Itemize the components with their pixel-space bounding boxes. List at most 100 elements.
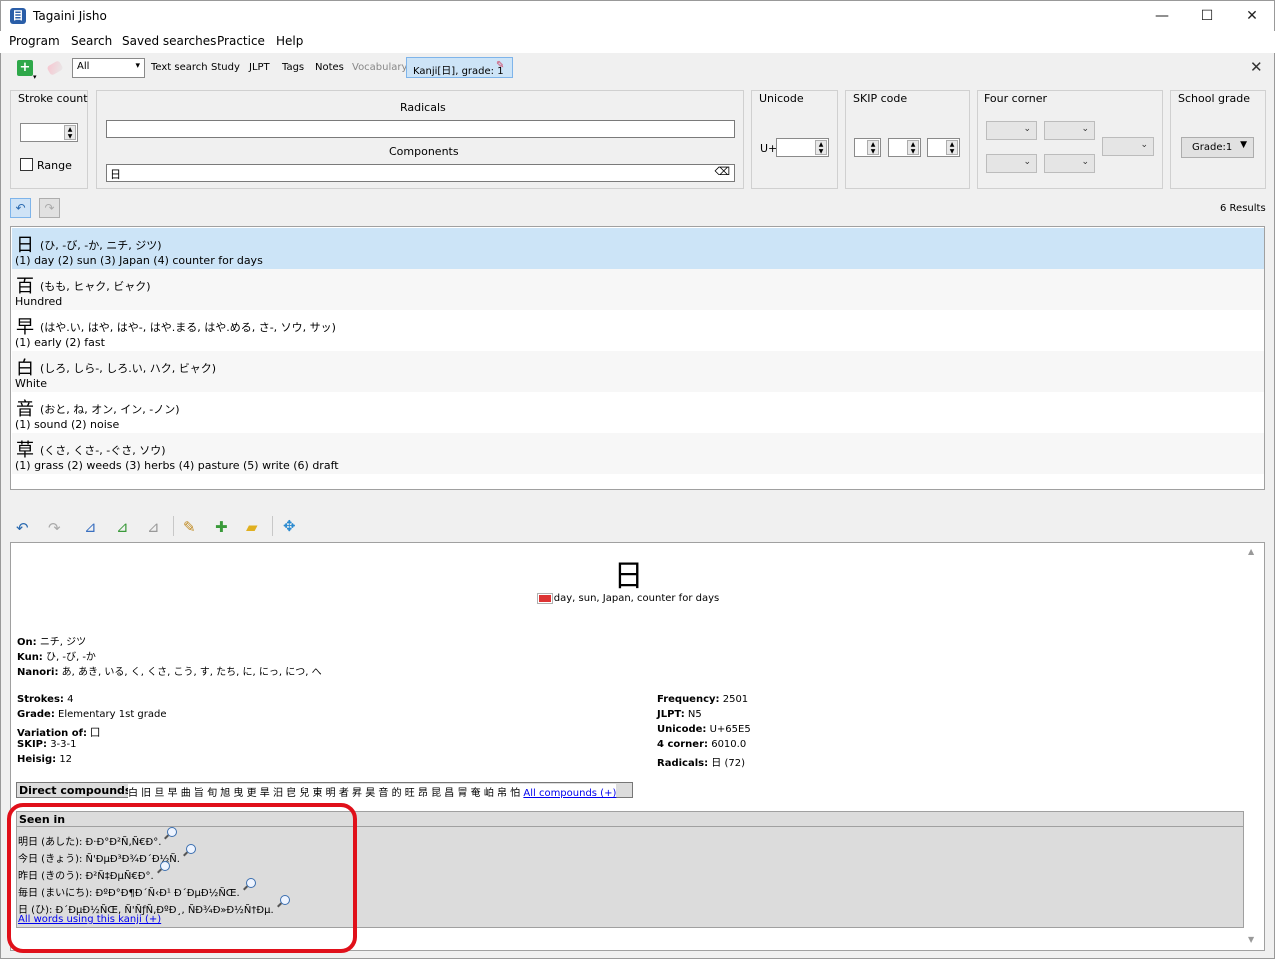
heisig-line: Heisig: 12 [17,754,73,765]
meanings-text: day, sun, Japan, counter for days [553,593,720,604]
spin-arrows-icon[interactable]: ▲ ▼ [867,140,879,155]
spin-arrows-icon[interactable]: ▲ ▼ [815,140,827,155]
strokes-line: Strokes: 4 [17,694,74,705]
radicals-input[interactable] [106,120,735,138]
unicode-label: Unicode [759,92,804,105]
radicals-line: Radicals: 日 (72) [657,758,745,769]
skip-spinner-2[interactable]: ▲ ▼ [888,138,921,157]
spin-arrows-icon[interactable]: ▲ ▼ [946,140,958,155]
list-item[interactable]: 日 (ひ, -び, -か, ニチ, ジツ) (1) day (2) sun (3… [12,228,1264,269]
menu-practice[interactable]: Practice [217,34,265,48]
list-item[interactable]: 音 (おと, ね, オン, イン, -ノン) (1) sound (2) noi… [12,392,1264,433]
nanori-line: Nanori: あ, あき, いる, く, くさ, こう, す, たち, に, … [17,667,322,678]
maximize-button[interactable]: ☐ [1184,1,1230,31]
components-value: 日 [110,168,121,181]
notes-icon[interactable]: ▰ [246,518,258,536]
kanji-meaning: (1) day (2) sun (3) Japan (4) counter fo… [15,254,263,267]
chevron-down-icon: ⌄ [1023,124,1031,134]
school-grade-value: Grade:1 [1192,142,1233,153]
mark-known-icon[interactable]: ⊿ [116,518,129,536]
stroke-count-spinner[interactable]: ▲ ▼ [20,123,78,142]
spin-arrows-icon[interactable]: ▲ ▼ [907,140,919,155]
tab-text-search[interactable]: Text search [151,62,208,73]
reset-training-icon[interactable]: ⊿ [147,518,160,536]
kanji-meaning: (1) grass (2) weeds (3) herbs (4) pastur… [15,459,339,472]
jlpt-line: JLPT: N5 [657,709,702,720]
add-dropdown-icon[interactable]: ▾ [33,73,37,81]
close-window-button[interactable]: ✕ [1229,1,1275,31]
tags-icon[interactable]: ✎ [183,518,196,536]
list-item[interactable]: 草 (くさ, くさ-, -ぐさ, ソウ) (1) grass (2) weeds… [12,433,1264,474]
flag-icon [536,592,553,604]
detail-forward-icon[interactable]: ↷ [48,519,61,537]
tab-tags[interactable]: Tags [282,62,304,73]
scroll-down-icon[interactable]: ▼ [1248,935,1254,944]
move-icon[interactable]: ✥ [283,517,296,535]
tab-jlpt[interactable]: JLPT [249,62,270,73]
menu-program[interactable]: Program [9,34,60,48]
menu-saved-searches[interactable]: Saved searches [122,34,216,48]
frequency-line: Frequency: 2501 [657,694,749,705]
skip-label: SKIP code [853,92,908,105]
list-item[interactable]: 早 (はや.い, はや, はや-, はや.まる, はや.める, さ-, ソウ, … [12,310,1264,351]
filter-select-value: All [77,61,90,72]
all-compounds-link[interactable]: All compounds (+) [523,788,616,799]
minimize-button[interactable]: — [1139,1,1185,31]
range-checkbox[interactable] [20,158,33,171]
menu-search[interactable]: Search [71,34,112,48]
eraser-small-icon[interactable]: ✎ [496,60,504,71]
highlight-annotation [7,803,357,953]
kanji-readings: (しろ, しら-, しろ.い, ハク, ビャク) [40,362,217,375]
forward-icon[interactable]: ↷ [39,198,60,218]
four-corner-select-3[interactable]: ⌄ [986,154,1037,173]
unicode-spinner[interactable]: ▲ ▼ [776,138,829,157]
detail-back-icon[interactable]: ↶ [16,519,29,537]
add-entry-icon[interactable]: + [17,60,33,76]
title-bar: 目 Tagaini Jisho — ☐ ✕ [0,0,1275,31]
four-corner-label: Four corner [984,92,1048,105]
school-grade-button[interactable]: Grade:1 ▼ [1181,137,1254,158]
kanji-readings: (もも, ヒャク, ビャク) [40,280,151,293]
chevron-down-icon: ⌄ [1081,157,1089,167]
tab-study[interactable]: Study [211,62,240,73]
direct-compounds-list[interactable]: 白 旧 旦 早 曲 旨 旬 旭 曳 更 旱 汨 皀 兒 東 明 者 昇 昊 音 … [128,784,617,799]
chevron-down-icon: ⌄ [1023,157,1031,167]
four-corner-select-2[interactable]: ⌄ [1044,121,1095,140]
window-title: Tagaini Jisho [33,9,107,23]
clear-input-icon[interactable]: ⌫ [714,165,730,178]
radicals-label: Radicals [400,101,446,114]
grade-line: Grade: Elementary 1st grade [17,709,167,720]
skip-spinner-1[interactable]: ▲ ▼ [854,138,881,157]
tab-notes[interactable]: Notes [315,62,344,73]
range-label: Range [37,159,72,172]
scroll-up-icon[interactable]: ▲ [1248,547,1254,556]
skip-spinner-3[interactable]: ▲ ▼ [927,138,960,157]
spin-arrows-icon[interactable]: ▲ ▼ [64,125,76,140]
chevron-down-icon: ⌄ [1081,124,1089,134]
filter-select[interactable]: All ▾ [72,58,145,78]
kanji-meaning: (1) early (2) fast [15,336,105,349]
four-corner-select-1[interactable]: ⌄ [986,121,1037,140]
close-search-icon[interactable]: ✕ [1250,58,1263,76]
skip-line: SKIP: 3-3-1 [17,739,77,750]
stroke-count-label: Stroke count [18,92,88,105]
list-item[interactable]: 百 (もも, ヒャク, ビャク) Hundred [12,269,1264,310]
four-corner-select-4[interactable]: ⌄ [1044,154,1095,173]
kanji-meaning: Hundred [15,295,63,308]
back-icon[interactable]: ↶ [10,198,31,218]
train-icon[interactable]: ⊿ [84,518,97,536]
four-corner-select-5[interactable]: ⌄ [1102,137,1154,156]
dropdown-arrow-icon: ▼ [1240,140,1247,150]
kanji-meaning: White [15,377,47,390]
kanji-readings: (ひ, -び, -か, ニチ, ジツ) [40,239,162,252]
add-tag-icon[interactable]: ✚ [215,518,228,536]
unicode-line: Unicode: U+65E5 [657,724,751,735]
direct-compounds-label: Direct compounds: [19,784,136,797]
tab-vocabulary[interactable]: Vocabulary [352,62,407,73]
tab-kanji-active[interactable]: Kanji[日], grade: 1 ✎ [406,57,513,78]
menu-help[interactable]: Help [276,34,303,48]
components-input[interactable]: 日 ⌫ [106,164,735,182]
chevron-down-icon: ▾ [135,61,140,71]
results-list[interactable]: 日 (ひ, -び, -か, ニチ, ジツ) (1) day (2) sun (3… [10,226,1265,490]
list-item[interactable]: 白 (しろ, しら-, しろ.い, ハク, ビャク) White [12,351,1264,392]
